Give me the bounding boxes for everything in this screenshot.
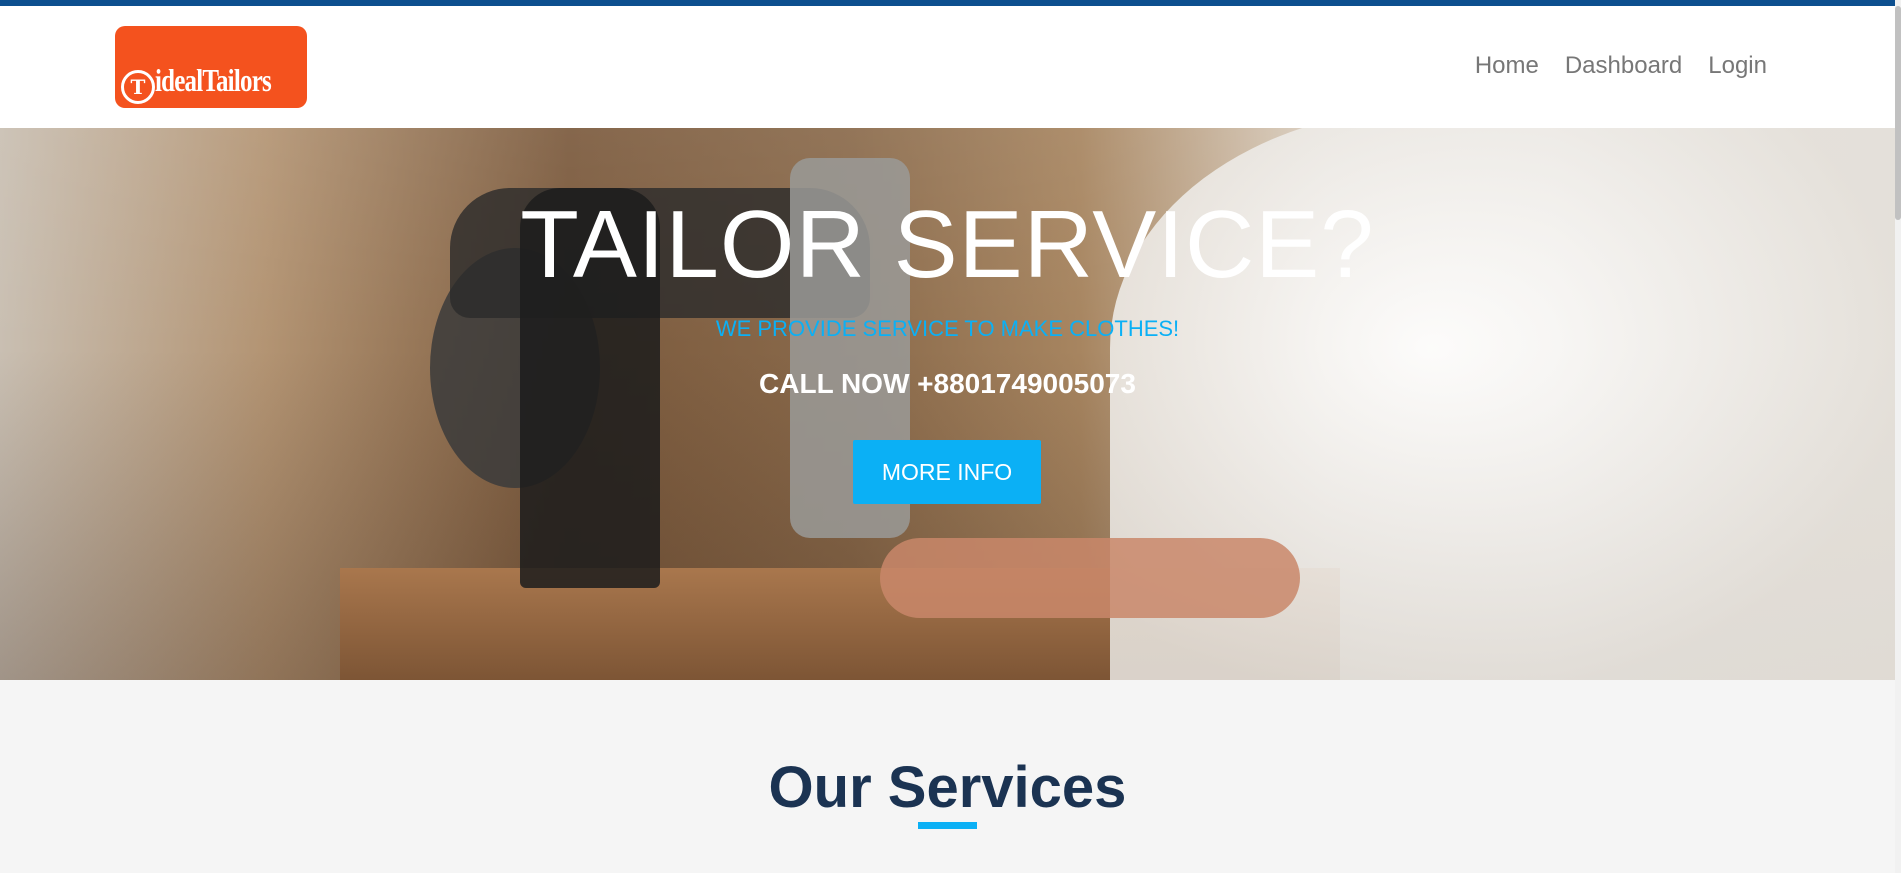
services-title: Our Services <box>768 755 1127 820</box>
more-info-button[interactable]: MORE INFO <box>853 440 1041 504</box>
nav-dashboard-link[interactable]: Dashboard <box>1565 52 1682 80</box>
page-scrollbar[interactable] <box>1895 0 1901 873</box>
logo-text: idealTailors <box>155 62 272 98</box>
nav-home-link[interactable]: Home <box>1475 52 1539 80</box>
services-section: Our Services <box>0 680 1895 873</box>
navbar: T idealTailors Home Dashboard Login <box>0 6 1895 128</box>
hero-banner: TAILOR SERVICE? WE PROVIDE SERVICE TO MA… <box>0 128 1895 680</box>
scrollbar-thumb[interactable] <box>1895 6 1901 220</box>
hero-subtitle: WE PROVIDE SERVICE TO MAKE CLOTHES! <box>715 316 1180 341</box>
logo-mark-icon: T <box>121 70 155 104</box>
hero-phone: CALL NOW +8801749005073 <box>759 368 1136 399</box>
nav-login-link[interactable]: Login <box>1708 52 1767 80</box>
services-title-underline <box>918 822 977 829</box>
hero-image-hand <box>880 538 1300 618</box>
logo[interactable]: T idealTailors <box>115 26 307 108</box>
nav-links: Home Dashboard Login <box>1475 52 1767 80</box>
hero-title: TAILOR SERVICE? <box>520 191 1375 298</box>
